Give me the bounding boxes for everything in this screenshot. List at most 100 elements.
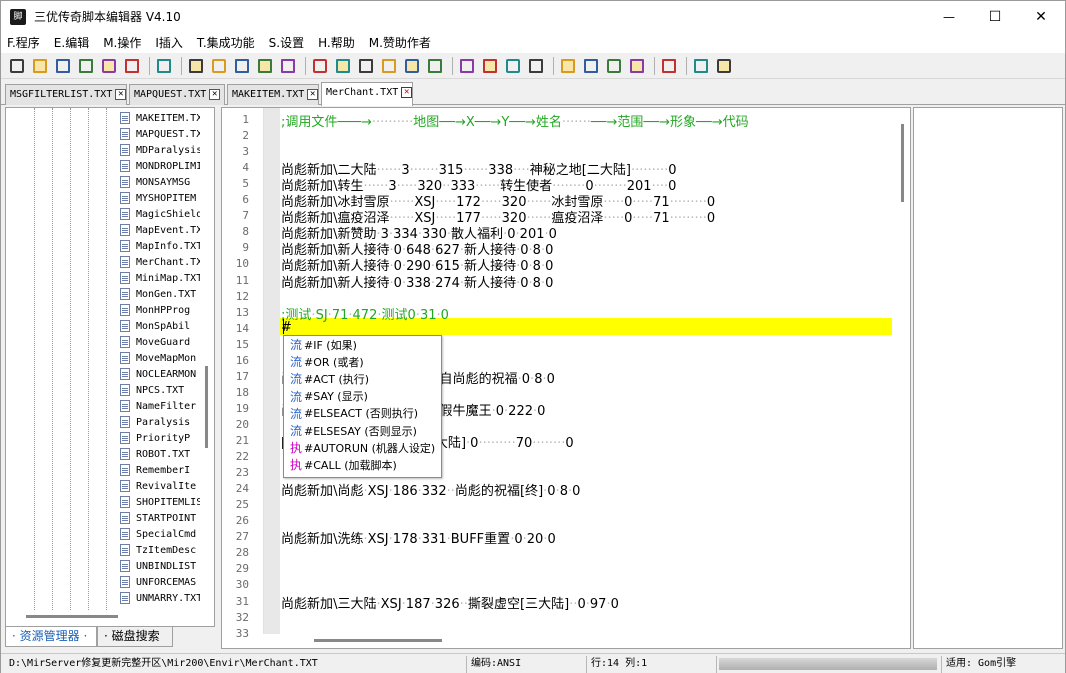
code-line[interactable]: ;测试·SJ·71·472·测试0·31·0 [281,304,449,323]
file-tree-item[interactable]: MonGen.TXT [120,286,200,302]
code-line[interactable]: 尚彪新加\尚彪·XSJ·186·332··尚彪的祝福[终]·0·8·0 [281,480,580,499]
vertical-scrollbar[interactable] [205,366,208,448]
book-button[interactable] [691,56,711,76]
autocomplete-item[interactable]: 流 #ELSEACT (否则执行) [284,405,441,422]
file-tree-item[interactable]: STARTPOINT [120,510,200,526]
indent-button[interactable] [356,56,376,76]
file-tree-item[interactable]: MAKEITEM.TXT [120,110,200,126]
menu-operate[interactable]: M.操作 [103,34,141,51]
file-tree-item[interactable]: MAPQUEST.TXT [120,126,200,142]
copy-button[interactable] [209,56,229,76]
vertical-scrollbar[interactable] [901,124,904,202]
menu-sponsor[interactable]: M.赞助作者 [369,34,431,51]
copy-file-button[interactable] [122,56,142,76]
open-file-button[interactable] [30,56,50,76]
file-tree-item[interactable]: RememberI [120,462,200,478]
navigate-back-button[interactable] [457,56,477,76]
cut-button[interactable] [186,56,206,76]
align-button[interactable] [154,56,174,76]
save-all-button[interactable] [76,56,96,76]
file-tree-item[interactable]: MONSAYMSG [120,174,200,190]
file-tree-item[interactable]: MapInfo.TXT [120,238,200,254]
menu-edit[interactable]: E.编辑 [54,34,89,51]
file-tree-item[interactable]: MagicShield [120,206,200,222]
find-button[interactable] [425,56,445,76]
file-tree-item[interactable]: MONDROPLIMIT [120,158,200,174]
autocomplete-item[interactable]: 执 #CALL (加载脚本) [284,456,441,473]
format-button[interactable] [379,56,399,76]
file-tree-item[interactable]: NPCS.TXT [120,382,200,398]
layout-right-button[interactable] [627,56,647,76]
color-grid-button[interactable] [480,56,500,76]
file-tree-item[interactable]: PriorityP [120,430,200,446]
file-tree-item[interactable]: SpecialCmd [120,526,200,542]
file-tree-item[interactable]: NOCLEARMON [120,366,200,382]
autocomplete-item[interactable]: 流 #SAY (显示) [284,388,441,405]
file-tree-item[interactable]: SHOPITEMLIST [120,494,200,510]
settings-button[interactable] [659,56,679,76]
code-line[interactable]: 尚彪新加\新人接待·0·338·274·新人接待·0·8·0 [281,272,553,291]
close-icon[interactable]: ✕ [307,88,319,100]
file-tree-item[interactable]: MoveMapMon [120,350,200,366]
file-tree-item[interactable]: MerChant.TXT [120,254,200,270]
file-tree-item[interactable]: ROBOT.TXT [120,446,200,462]
redo-button[interactable] [278,56,298,76]
tab-merchant[interactable]: MerChant.TXT ✕ [321,82,413,106]
minimize-button[interactable]: — [926,1,972,32]
file-tree-item[interactable]: TzItemDesc [120,542,200,558]
layout-left-button[interactable] [604,56,624,76]
tab-disk-search[interactable]: · 磁盘搜索 · [97,627,173,661]
insert-col-button[interactable] [333,56,353,76]
menu-help[interactable]: H.帮助 [318,34,355,51]
insert-row-button[interactable] [310,56,330,76]
comment-button[interactable] [503,56,523,76]
autocomplete-item[interactable]: 流 #ACT (执行) [284,370,441,387]
autocomplete-item[interactable]: 流 #IF (如果) [284,336,441,353]
horizontal-scrollbar[interactable] [314,639,442,642]
file-tree-item[interactable]: MoveGuard [120,334,200,350]
autocomplete-item[interactable]: 流 #ELSESAY (否则显示) [284,422,441,439]
file-tree-item[interactable]: MYSHOPITEM [120,190,200,206]
preview-button[interactable] [402,56,422,76]
split-h-button[interactable] [581,56,601,76]
close-icon[interactable]: ✕ [209,88,221,100]
new-file-button[interactable] [7,56,27,76]
file-tree-item[interactable]: MDParalysis [120,142,200,158]
file-tree-item[interactable]: UNMARRY.TXT [120,590,200,606]
menu-integrated[interactable]: T.集成功能 [197,34,255,51]
paste-button[interactable] [232,56,252,76]
code-line[interactable]: 尚彪新加\三大陆·XSJ·187·326··撕裂虚空[三大陆]··0·97·0 [281,593,619,612]
save-button[interactable] [53,56,73,76]
file-tree-item[interactable]: MonSpAbil [120,318,200,334]
menu-settings[interactable]: S.设置 [269,34,304,51]
file-tree-item[interactable]: MapEvent.TXT [120,222,200,238]
tab-mapquest[interactable]: MAPQUEST.TXT ✕ [129,84,225,105]
globe-search-button[interactable] [714,56,734,76]
file-tree-item[interactable]: UNFORCEMAS [120,574,200,590]
autocomplete-item[interactable]: 执 #AUTORUN (机器人设定) [284,439,441,456]
code-line[interactable]: 尚彪新加\洗练·XSJ·178·331·BUFF重置·0·20·0 [281,528,556,547]
code-line[interactable]: ;调用文件───→··········地图──→X──→Y──→姓名······… [281,111,749,130]
menu-insert[interactable]: I插入 [155,34,183,51]
title-bar[interactable]: 脚 三优传奇脚本编辑器 V4.10 — ☐ ✕ [1,1,1065,32]
tab-resource-manager[interactable]: · 资源管理器 · [5,627,97,647]
close-icon[interactable]: ✕ [115,88,127,100]
menu-program[interactable]: F.程序 [7,34,40,51]
autocomplete-item[interactable]: 流 #OR (或者) [284,353,441,370]
file-tree-item[interactable]: Paralysis [120,414,200,430]
horizontal-scrollbar[interactable] [26,615,118,618]
close-icon[interactable]: ✕ [401,86,413,98]
file-props-button[interactable] [99,56,119,76]
file-tree-item[interactable]: RevivalIte [120,478,200,494]
file-tree-item[interactable]: NameFilter [120,398,200,414]
maximize-button[interactable]: ☐ [972,1,1018,32]
file-tree-item[interactable]: MonHPProg [120,302,200,318]
file-tree-item[interactable]: MiniMap.TXT [120,270,200,286]
uncomment-button[interactable] [526,56,546,76]
tab-msgfilterlist[interactable]: MSGFILTERLIST.TXT ✕ [5,84,127,105]
undo-button[interactable] [255,56,275,76]
tab-makeitem[interactable]: MAKEITEM.TXT ✕ [227,84,319,105]
list-button[interactable] [558,56,578,76]
file-tree-item[interactable]: UNBINDLIST [120,558,200,574]
close-button[interactable]: ✕ [1018,1,1064,32]
